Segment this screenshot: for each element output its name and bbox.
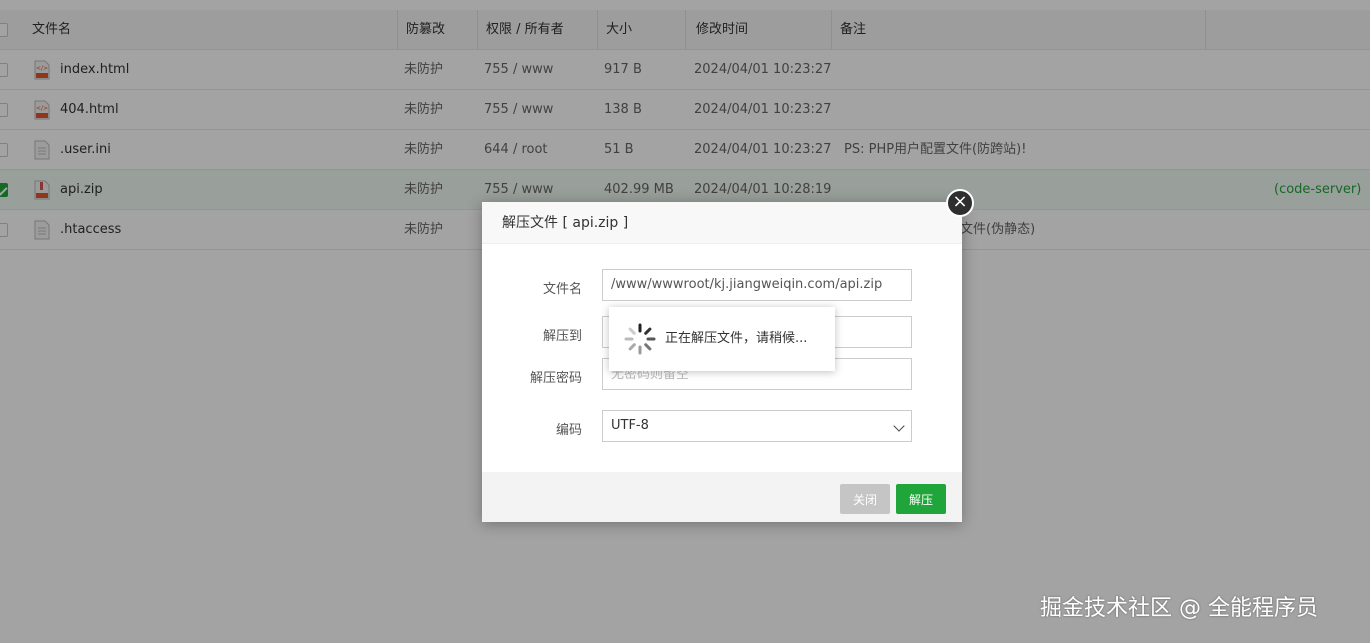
dialog-title: 解压文件 [ api.zip ]	[482, 202, 962, 244]
encoding-label: 编码	[555, 423, 582, 438]
unzip-button[interactable]: 解压	[896, 484, 947, 514]
chevron-down-icon	[893, 420, 905, 432]
close-icon[interactable]: ×	[946, 189, 974, 217]
password-label: 解压密码	[529, 371, 582, 386]
encoding-value: UTF-8	[611, 418, 649, 433]
target-label: 解压到	[542, 329, 582, 344]
loading-text: 正在解压文件，请稍候...	[665, 331, 808, 346]
close-button[interactable]: 关闭	[840, 484, 891, 514]
filename-field[interactable]: /www/wwwroot/kj.jiangweiqin.com/api.zip	[602, 269, 912, 301]
loading-spinner-icon	[624, 323, 656, 355]
loading-toast: 正在解压文件，请稍候...	[609, 307, 835, 371]
encoding-select[interactable]: UTF-8	[602, 410, 912, 442]
watermark: 掘金技术社区 @ 全能程序员	[1040, 596, 1318, 621]
dialog-footer: 关闭 解压	[482, 472, 962, 522]
filename-label: 文件名	[542, 282, 582, 297]
